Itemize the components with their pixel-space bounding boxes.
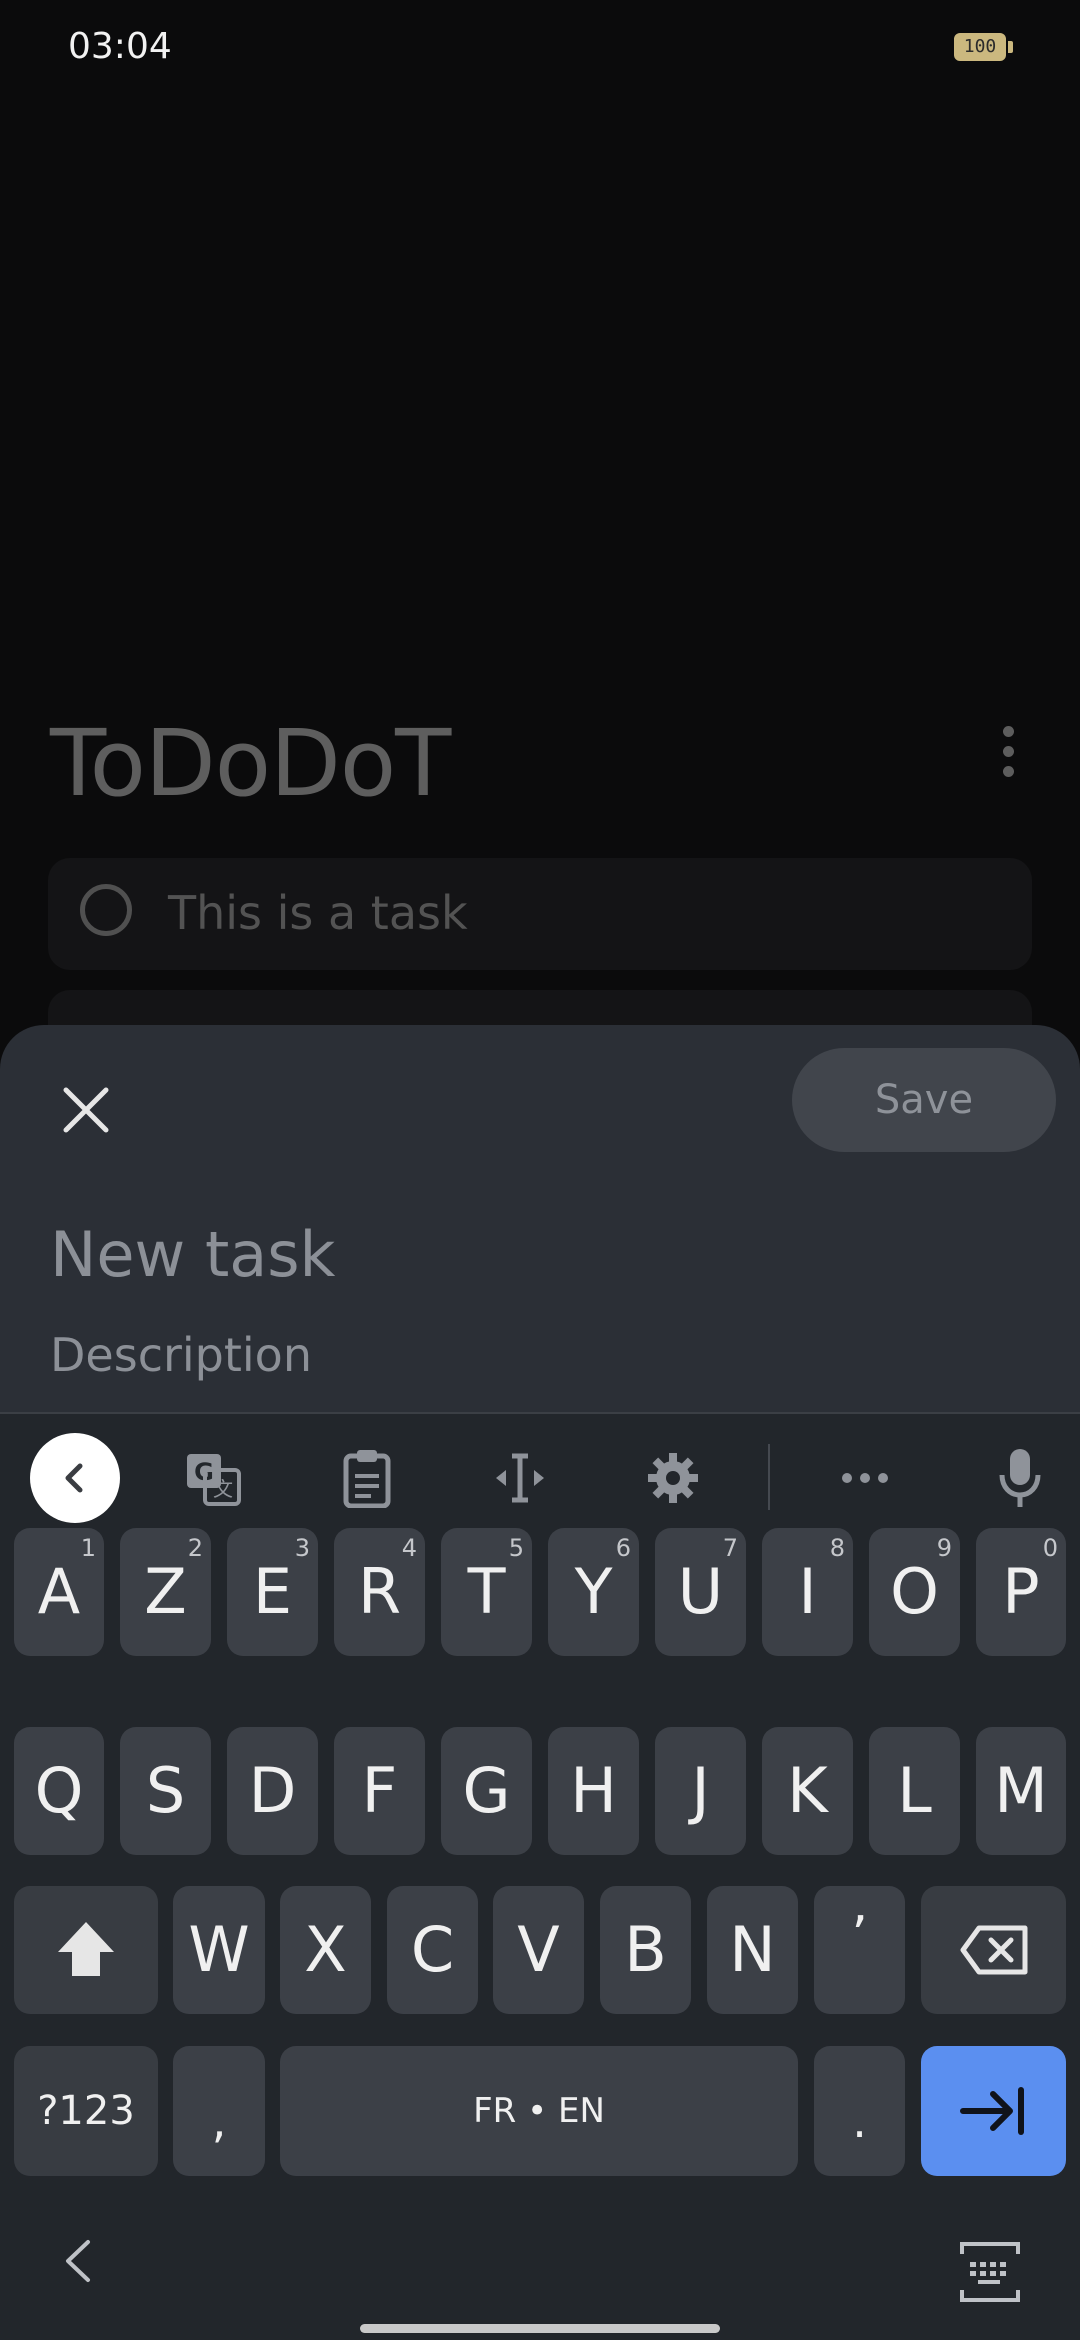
key-u[interactable]: U7 — [655, 1528, 746, 1656]
key-s[interactable]: S — [120, 1727, 211, 1855]
svg-text:文: 文 — [213, 1477, 233, 1501]
task-item[interactable]: This is a task — [48, 858, 1032, 970]
settings-icon[interactable] — [628, 1430, 718, 1526]
key-h[interactable]: H — [548, 1727, 639, 1855]
app-title: ToDoDoT — [50, 710, 451, 817]
key-z[interactable]: Z2 — [120, 1528, 211, 1656]
save-button[interactable]: Save — [792, 1048, 1056, 1152]
key-g[interactable]: G — [441, 1727, 532, 1855]
key-i[interactable]: I8 — [762, 1528, 853, 1656]
key-x[interactable]: X — [280, 1886, 371, 2014]
comma-key[interactable]: , — [173, 2046, 265, 2176]
next-key[interactable] — [921, 2046, 1066, 2176]
key-e[interactable]: E3 — [227, 1528, 318, 1656]
key-b[interactable]: B — [600, 1886, 691, 2014]
home-indicator[interactable] — [360, 2324, 720, 2333]
microphone-icon[interactable] — [975, 1430, 1065, 1526]
key-f[interactable]: F — [334, 1727, 425, 1855]
task-checkbox[interactable] — [80, 884, 132, 936]
more-icon[interactable] — [820, 1430, 910, 1526]
translate-icon[interactable]: G 文 — [168, 1430, 258, 1526]
key-m[interactable]: M — [976, 1727, 1066, 1855]
key-o[interactable]: O9 — [869, 1528, 960, 1656]
key-l[interactable]: L — [869, 1727, 960, 1855]
period-key[interactable]: . — [814, 2046, 905, 2176]
key-a[interactable]: A1 — [14, 1528, 104, 1656]
key-n[interactable]: N — [707, 1886, 798, 2014]
key-y[interactable]: Y6 — [548, 1528, 639, 1656]
back-icon[interactable] — [30, 1433, 120, 1523]
symbols-key[interactable]: ?123 — [14, 2046, 158, 2176]
background-app: ToDoDoT This is a task — [0, 0, 1080, 1100]
keyboard-hide-icon[interactable] — [956, 2240, 1024, 2304]
backspace-key[interactable] — [921, 1886, 1066, 2014]
task-title-input[interactable]: New task — [50, 1218, 335, 1291]
backspace-icon — [960, 1925, 1028, 1975]
nav-back-icon[interactable] — [58, 2236, 98, 2286]
tab-next-icon — [960, 2087, 1024, 2135]
key-apostrophe[interactable]: ’ — [814, 1886, 905, 2014]
task-label: This is a task — [168, 886, 468, 940]
cursor-move-icon[interactable] — [475, 1430, 565, 1526]
clipboard-icon[interactable] — [322, 1430, 412, 1526]
key-p[interactable]: P0 — [976, 1528, 1066, 1656]
key-j[interactable]: J — [655, 1727, 746, 1855]
key-v[interactable]: V — [493, 1886, 584, 2014]
key-d[interactable]: D — [227, 1727, 318, 1855]
space-key[interactable]: FR • EN — [280, 2046, 798, 2176]
key-r[interactable]: R4 — [334, 1528, 425, 1656]
toolbar-separator — [768, 1444, 770, 1510]
key-c[interactable]: C — [387, 1886, 478, 2014]
key-w[interactable]: W — [173, 1886, 265, 2014]
more-options-icon[interactable] — [996, 724, 1020, 780]
shift-key[interactable] — [14, 1886, 158, 2014]
key-t[interactable]: T5 — [441, 1528, 532, 1656]
shift-icon — [58, 1922, 114, 1976]
key-k[interactable]: K — [762, 1727, 853, 1855]
close-icon[interactable] — [56, 1080, 116, 1140]
description-input[interactable]: Description — [50, 1328, 312, 1382]
key-q[interactable]: Q — [14, 1727, 104, 1855]
